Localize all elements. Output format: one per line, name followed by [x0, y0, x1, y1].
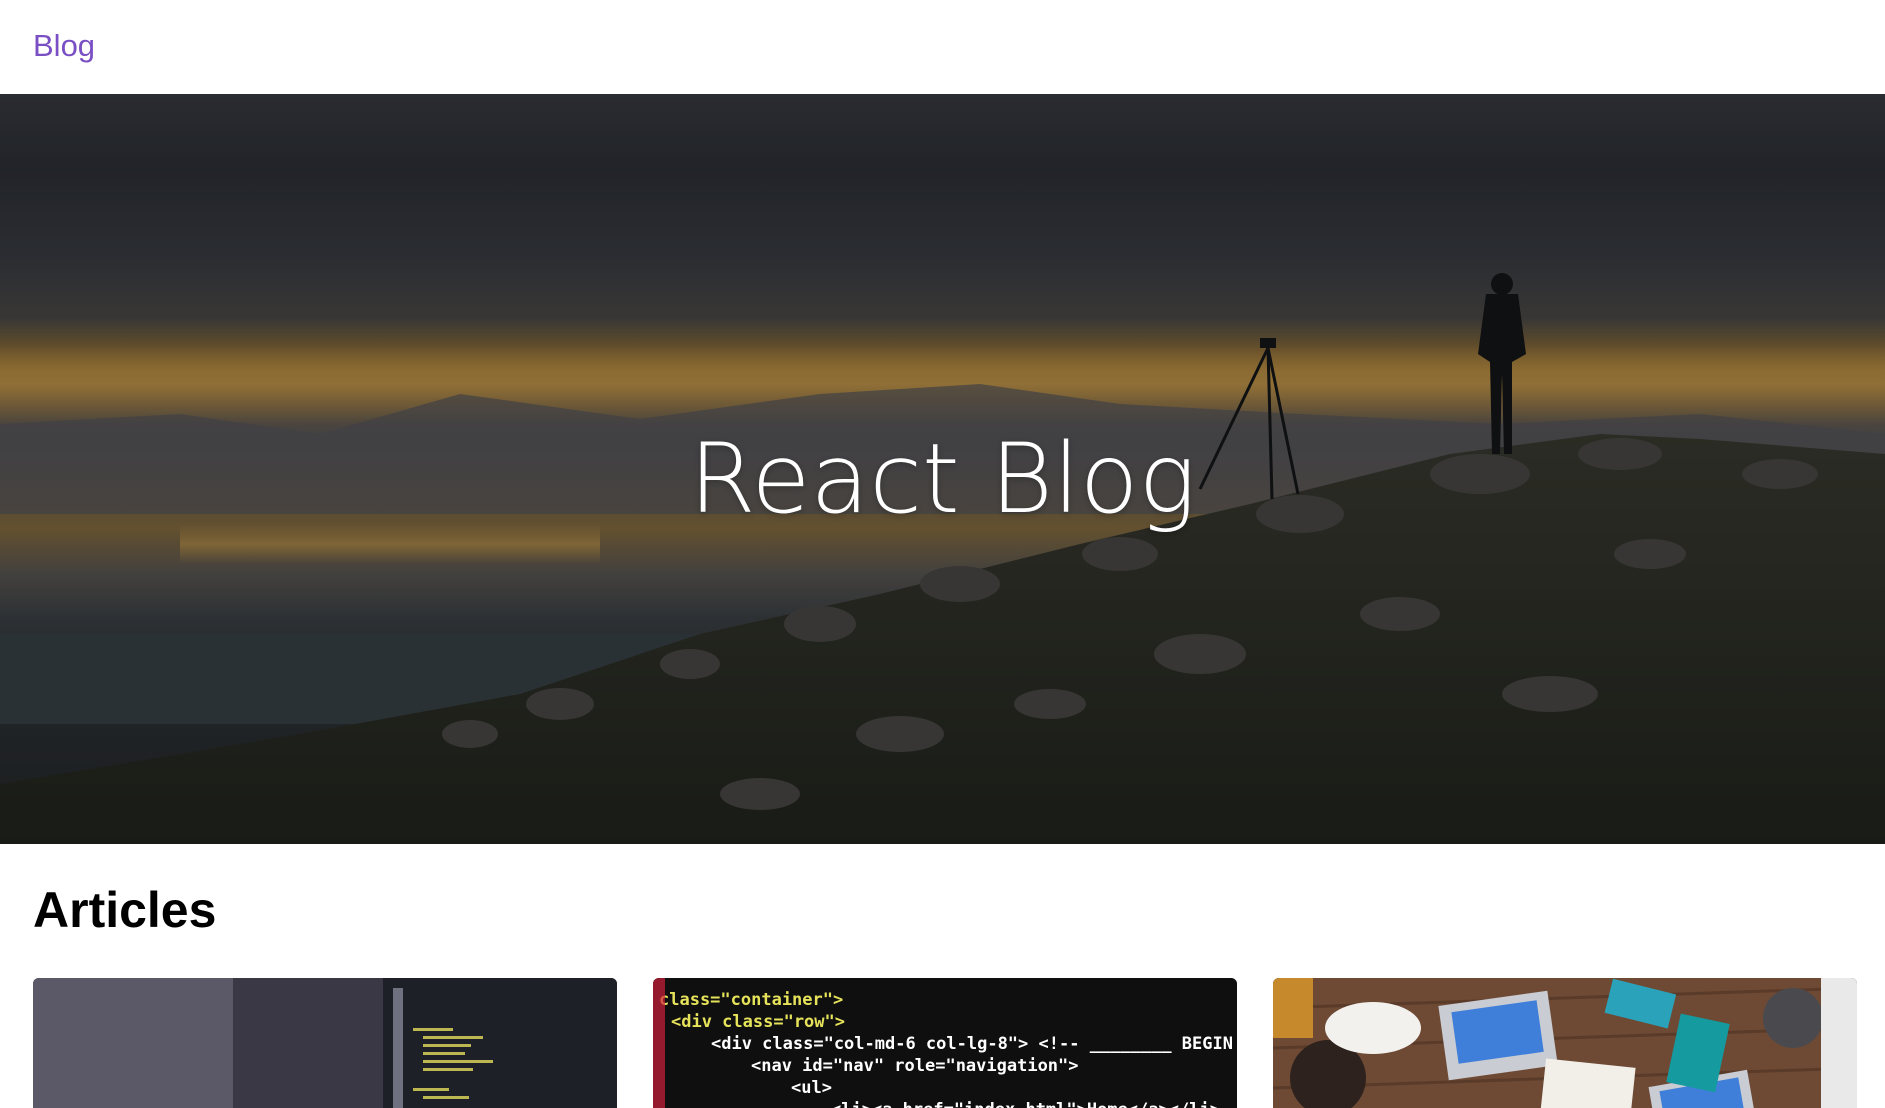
article-card-code-editor[interactable]	[33, 978, 617, 1108]
svg-text:<div class="col-md-6 col-lg-8": <div class="col-md-6 col-lg-8"> <!-- ___…	[711, 1034, 1237, 1054]
html-source-code-image: class="container"> <div class="row"> <di…	[653, 978, 1237, 1108]
article-card-html-code[interactable]: class="container"> <div class="row"> <di…	[653, 978, 1237, 1108]
articles-heading: Articles	[33, 882, 217, 938]
hero-title: React Blog	[688, 423, 1197, 535]
code-editor-laptop-image	[33, 978, 617, 1108]
brand-link[interactable]: Blog	[33, 28, 95, 64]
svg-text:<li><a href="index.html">Home<: <li><a href="index.html">Home</a></li>	[831, 1100, 1220, 1108]
hero-banner: React Blog	[0, 94, 1885, 844]
svg-text:<div class="row">: <div class="row">	[671, 1012, 845, 1032]
svg-text:<nav id="nav" role="navigation: <nav id="nav" role="navigation">	[751, 1056, 1079, 1076]
svg-text:<ul>: <ul>	[791, 1078, 832, 1098]
top-navbar: Blog	[0, 0, 1885, 94]
article-card-list: class="container"> <div class="row"> <di…	[33, 978, 1857, 1108]
team-laptops-table-image	[1273, 978, 1857, 1108]
article-card-team-meeting[interactable]	[1273, 978, 1857, 1108]
svg-text:class="container">: class="container">	[659, 990, 843, 1010]
